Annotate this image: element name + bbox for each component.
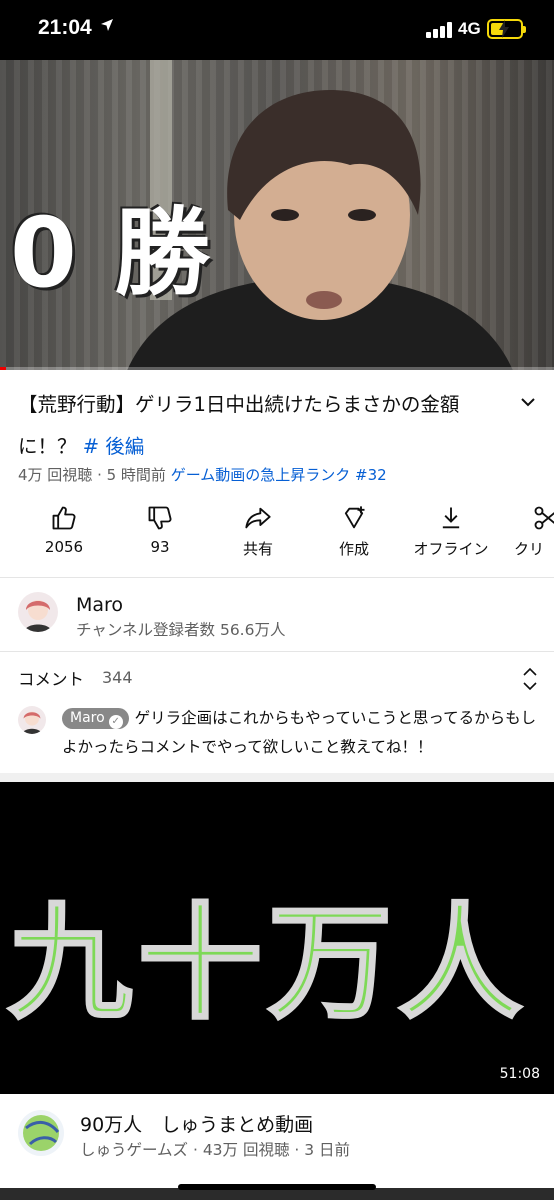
section-separator <box>0 773 554 782</box>
top-comment[interactable]: Maro ✓ ゲリラ企画はこれからもやっていこうと思ってるからもしよかったらコメント… <box>62 704 542 762</box>
channel-name[interactable]: Maro <box>76 594 123 616</box>
network-type: 4G <box>458 19 481 38</box>
home-indicator[interactable] <box>178 1184 376 1190</box>
video-title-block[interactable]: 【荒野行動】ゲリラ1日中出続けたらまさかの金額に！？ # 後編 <box>18 384 508 468</box>
recommended-meta: しゅうゲームズ · 43万 回視聴 · 3 日前 <box>80 1141 351 1159</box>
download-icon <box>442 507 460 529</box>
video-hashtag[interactable]: # 後編 <box>83 435 145 458</box>
trending-link[interactable]: ゲーム動画の急上昇ランク #32 <box>171 466 387 484</box>
video-duration: 51:08 <box>495 1064 544 1084</box>
divider <box>0 651 554 652</box>
location-arrow-icon <box>101 19 113 31</box>
recommended-title[interactable]: 90万人 しゅうまとめ動画 <box>80 1110 313 1137</box>
like-count: 2056 <box>44 538 84 556</box>
share-label: 共有 <box>242 540 273 558</box>
like-button[interactable]: 2056 <box>24 500 104 556</box>
thumbnail-text: 九十万人 <box>6 891 529 1038</box>
comment-author-chip: Maro ✓ <box>62 708 129 729</box>
channel-avatar[interactable] <box>18 592 58 632</box>
dislike-button[interactable]: 93 <box>120 500 200 556</box>
recommended-channel-avatar[interactable] <box>18 1110 64 1156</box>
comment-author-avatar <box>18 706 46 734</box>
video-overlay-text: 0 勝 <box>10 197 213 309</box>
thumbs-up-icon <box>52 506 76 530</box>
clip-label: クリ <box>514 540 545 558</box>
video-player[interactable]: 0 勝 <box>0 60 554 370</box>
recommended-thumbnail[interactable]: 九十万人 51:08 <box>0 782 554 1094</box>
video-title: 【荒野行動】ゲリラ1日中出続けたらまさかの金額に！？ # 後編 <box>18 384 508 468</box>
comments-count: 344 <box>102 668 133 687</box>
video-meta: 4万 回視聴 · 5 時間前 ゲーム動画の急上昇ランク #32 <box>18 464 387 485</box>
comment-author-name: Maro <box>70 710 105 726</box>
status-time: 21:04 <box>38 16 92 39</box>
battery-charging-icon <box>487 19 526 39</box>
dislike-count: 93 <box>150 538 170 556</box>
views-and-time: 4万 回視聴 · 5 時間前 <box>18 466 166 484</box>
comment-body: ゲリラ企画はこれからもやっていこうと思ってるからもしよかったらコメントでやって欲… <box>62 709 537 756</box>
divider <box>0 577 554 578</box>
chevron-down-icon[interactable] <box>518 392 538 412</box>
download-button[interactable]: オフライン <box>406 500 496 559</box>
video-progress-bar[interactable] <box>0 367 554 370</box>
signal-strength-icon <box>426 22 452 38</box>
comments-label[interactable]: コメント <box>18 666 84 690</box>
verified-check-icon: ✓ <box>108 715 123 729</box>
share-button[interactable]: 共有 <box>218 500 298 559</box>
clip-button[interactable]: クリ <box>512 500 554 559</box>
expand-collapse-icon[interactable] <box>520 666 540 692</box>
create-icon <box>344 506 365 529</box>
thumbs-down-icon <box>148 506 172 530</box>
action-bar: 2056 93 共有 作成 オフライン クリ <box>0 500 554 576</box>
create-label: 作成 <box>338 540 369 558</box>
channel-subscribers: チャンネル登録者数 56.6万人 <box>76 621 286 639</box>
share-icon <box>245 507 271 529</box>
clip-icon <box>534 506 554 530</box>
download-label: オフライン <box>413 540 489 558</box>
video-progress-played <box>0 367 6 370</box>
create-button[interactable]: 作成 <box>314 500 394 559</box>
status-bar: 21:04 4G <box>0 0 554 60</box>
